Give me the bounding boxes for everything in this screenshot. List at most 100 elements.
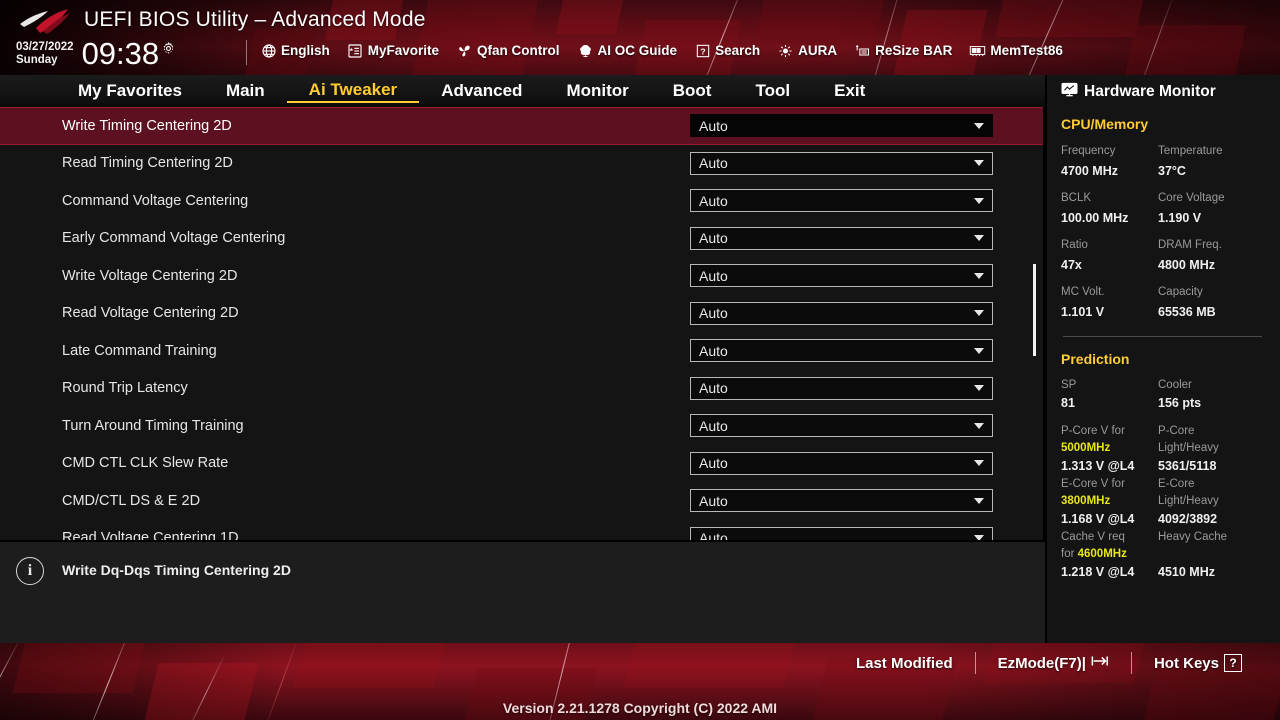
header-divider: [246, 40, 247, 65]
hwm-key-pcore-lh-b: Light/Heavy: [1158, 442, 1219, 454]
hot-keys-button[interactable]: Hot Keys ?: [1132, 654, 1264, 672]
page-title: UEFI BIOS Utility – Advanced Mode: [84, 8, 426, 31]
table-row[interactable]: Late Command Training Auto: [0, 332, 1045, 370]
tab-main[interactable]: Main: [204, 81, 287, 101]
header-bar: UEFI BIOS Utility – Advanced Mode 03/27/…: [0, 0, 1280, 75]
toolbar-item-qfan-control[interactable]: Qfan Control: [456, 42, 569, 59]
resize-bar-icon: [854, 42, 871, 59]
setting-dropdown[interactable]: Auto: [690, 414, 993, 438]
toolbar-item-memtest86[interactable]: MemTest86: [969, 42, 1072, 59]
setting-dropdown[interactable]: Auto: [690, 151, 993, 175]
toolbar-item-resize-bar[interactable]: ReSize BAR: [854, 42, 961, 59]
memory-module-icon: [969, 42, 986, 59]
setting-dropdown[interactable]: Auto: [690, 526, 993, 540]
dropdown-value: Auto: [699, 417, 728, 434]
table-row[interactable]: Write Voltage Centering 2D Auto: [0, 257, 1045, 295]
ezmode-button[interactable]: EzMode(F7)|: [976, 654, 1131, 672]
table-row[interactable]: CMD/CTL DS & E 2D Auto: [0, 482, 1045, 520]
tab-my-favorites[interactable]: My Favorites: [56, 81, 204, 101]
fan-icon: [456, 42, 473, 59]
hwm-key-ratio: Ratio: [1061, 239, 1088, 251]
dropdown-value: Auto: [699, 342, 728, 359]
nav-items: My Favorites Main Ai Tweaker Advanced Mo…: [0, 80, 887, 103]
hardware-monitor-heading: Hardware Monitor: [1084, 83, 1216, 100]
toolbar-item-myfavorite[interactable]: MyFavorite: [347, 42, 448, 59]
hwm-key-cache-v-a: Cache V req: [1061, 531, 1125, 543]
setting-dropdown[interactable]: Auto: [690, 114, 993, 138]
rog-logo: [18, 8, 72, 38]
table-row[interactable]: Early Command Voltage Centering Auto: [0, 220, 1045, 258]
hwm-key-capacity: Capacity: [1158, 286, 1203, 298]
footer-actions: Last Modified EzMode(F7)| Hot Keys ?: [834, 652, 1264, 674]
ezmode-label: EzMode(F7)|: [997, 654, 1086, 672]
tab-ai-tweaker[interactable]: Ai Tweaker: [286, 80, 420, 103]
toolbar-label: AI OC Guide: [597, 43, 678, 58]
toolbar-label: Search: [715, 43, 761, 58]
hwm-key-cache-v: Cache V req for 4600MHz: [1061, 529, 1158, 563]
table-row[interactable]: Round Trip Latency Auto: [0, 370, 1045, 408]
hwm-val-ecore-lh: 4092/3892: [1158, 512, 1218, 526]
dropdown-value: Auto: [699, 455, 728, 472]
settings-scrollbar-thumb[interactable]: [1033, 264, 1036, 356]
hwm-val-capacity: 65536 MB: [1158, 305, 1216, 319]
hwm-key-heavy-cache: Heavy Cache: [1158, 531, 1228, 543]
tab-tool[interactable]: Tool: [733, 81, 812, 101]
table-row[interactable]: Write Timing Centering 2D Auto: [0, 107, 1045, 145]
table-row[interactable]: Read Voltage Centering 1D Auto: [0, 520, 1045, 540]
hwm-key-pcore-lh-a: P-Core: [1158, 425, 1195, 437]
hardware-monitor-panel: Hardware Monitor CPU/Memory Frequency Te…: [1045, 75, 1280, 643]
chevron-down-icon: [974, 197, 984, 204]
setting-dropdown[interactable]: Auto: [690, 451, 993, 475]
hwm-key-pcore-lh: P-Core Light/Heavy: [1158, 423, 1280, 457]
setting-dropdown[interactable]: Auto: [690, 376, 993, 400]
hwm-prediction-grid: SP Cooler 81 156 pts P-Core V for 5000MHz…: [1047, 367, 1280, 582]
date-time-block: 03/27/2022 Sunday 09:38: [16, 38, 176, 70]
toolbar-item-search[interactable]: ? Search: [694, 42, 769, 59]
version-text: Version 2.21.1278 Copyright (C) 2022 AMI: [502, 700, 778, 716]
bios-screen: UEFI BIOS Utility – Advanced Mode 03/27/…: [0, 0, 1280, 720]
hwm-key-pcore-v: P-Core V for 5000MHz: [1061, 423, 1158, 457]
setting-dropdown[interactable]: Auto: [690, 226, 993, 250]
hwm-key-bclk: BCLK: [1061, 192, 1092, 204]
gear-icon[interactable]: [161, 41, 176, 56]
tab-monitor[interactable]: Monitor: [544, 81, 650, 101]
last-modified-button[interactable]: Last Modified: [834, 655, 975, 672]
tab-exit[interactable]: Exit: [812, 81, 887, 101]
table-row[interactable]: CMD CTL CLK Slew Rate Auto: [0, 445, 1045, 483]
hwm-key-cache-v-freq: 4600MHz: [1077, 548, 1127, 560]
dropdown-value: Auto: [699, 530, 728, 540]
hwm-val-pcore-lh: 5361/5118: [1158, 459, 1217, 473]
setting-dropdown[interactable]: Auto: [690, 264, 993, 288]
hwm-key-pcore-v-freq: 5000MHz: [1061, 442, 1111, 454]
toolbar-label: English: [281, 43, 330, 58]
toolbar-item-english[interactable]: English: [260, 42, 339, 59]
toolbar-item-ai-oc-guide[interactable]: AI OC Guide: [577, 42, 687, 59]
hwm-key-dram-freq: DRAM Freq.: [1158, 239, 1222, 251]
setting-dropdown[interactable]: Auto: [690, 189, 993, 213]
star-list-icon: [347, 42, 364, 59]
question-box-icon: ?: [1224, 654, 1242, 672]
hwm-section-prediction: Prediction: [1061, 351, 1130, 367]
dropdown-value: Auto: [699, 380, 728, 397]
hwm-key-ecore-v-freq: 3800MHz: [1061, 495, 1111, 507]
table-row[interactable]: Turn Around Timing Training Auto: [0, 407, 1045, 445]
globe-icon: [260, 42, 277, 59]
hwm-val-core-voltage: 1.190 V: [1158, 211, 1202, 225]
current-date: 03/27/2022: [16, 41, 74, 53]
table-row[interactable]: Read Timing Centering 2D Auto: [0, 145, 1045, 183]
setting-dropdown[interactable]: Auto: [690, 339, 993, 363]
table-row[interactable]: Command Voltage Centering Auto: [0, 182, 1045, 220]
tab-boot[interactable]: Boot: [651, 81, 734, 101]
toolbar-item-aura[interactable]: AURA: [777, 42, 846, 59]
setting-dropdown[interactable]: Auto: [690, 489, 993, 513]
hwm-val-mc-volt: 1.101 V: [1061, 305, 1105, 319]
setting-dropdown[interactable]: Auto: [690, 301, 993, 325]
tab-advanced[interactable]: Advanced: [419, 81, 544, 101]
dropdown-value: Auto: [699, 305, 728, 322]
hwm-val-temperature: 37°C: [1158, 164, 1186, 178]
table-row[interactable]: Read Voltage Centering 2D Auto: [0, 295, 1045, 333]
settings-list: Write Timing Centering 2D Auto Read Timi…: [0, 107, 1045, 540]
hwm-key-ecore-lh-a: E-Core: [1158, 478, 1195, 490]
toolbar-label: MemTest86: [990, 43, 1063, 58]
chevron-down-icon: [974, 235, 984, 242]
